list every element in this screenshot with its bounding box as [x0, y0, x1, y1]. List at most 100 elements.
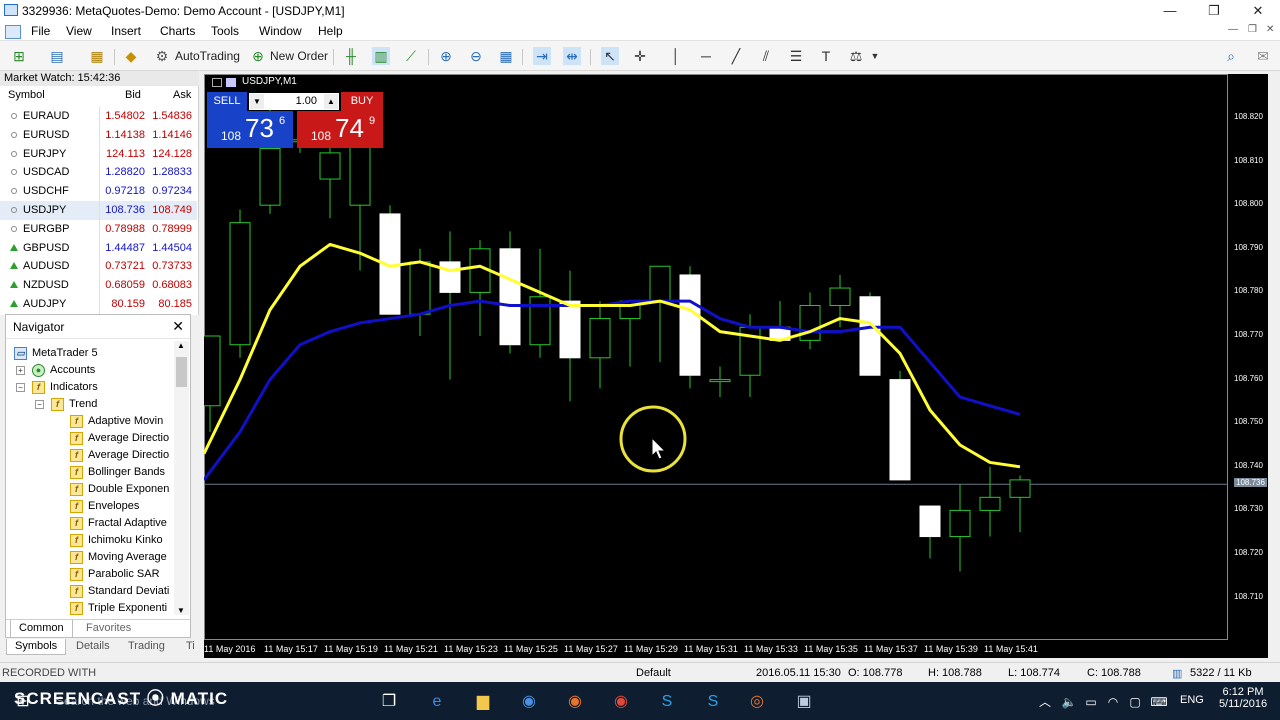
market-watch-row[interactable]: EURUSD 1.14138 1.14146 [0, 125, 197, 145]
zoom-in-icon[interactable]: ⊕ [437, 47, 455, 65]
scroll-down-icon[interactable]: ▼ [177, 606, 185, 615]
row-ask: 1.44504 [152, 241, 192, 254]
edge-icon[interactable]: e [426, 692, 448, 712]
tab-ticks[interactable]: Ti [178, 639, 203, 655]
buy-price[interactable]: 108 74 9 [297, 111, 383, 148]
market-watch-icon[interactable]: ▦ [88, 47, 106, 65]
chart-shift-icon[interactable]: ⇹ [563, 47, 581, 65]
menu-help[interactable]: Help [318, 24, 343, 38]
row-ask: 80.185 [158, 298, 192, 310]
metatrader-task-icon[interactable]: ▣ [793, 692, 815, 712]
line-chart-icon[interactable]: ⟋ [402, 47, 420, 65]
scroll-thumb[interactable] [176, 357, 187, 387]
metaeditor-icon[interactable]: ◆ [122, 47, 140, 65]
expand-accounts-icon[interactable]: + [16, 366, 25, 375]
battery-icon[interactable]: ▭ [1080, 692, 1102, 712]
close-button[interactable]: ✕ [1236, 0, 1280, 22]
cursor-icon[interactable]: ↖ [601, 47, 619, 65]
chrome-icon[interactable]: ◉ [610, 692, 632, 712]
task-view-icon[interactable]: ❐ [378, 692, 400, 712]
file-explorer-icon[interactable]: ▆ [472, 692, 494, 712]
profiles-icon[interactable]: ▤ [48, 47, 66, 65]
menu-charts[interactable]: Charts [160, 24, 195, 38]
bar-chart-icon[interactable]: ╫ [342, 47, 360, 65]
candlestick-chart-icon[interactable]: ▥ [372, 47, 390, 65]
market-watch-row[interactable]: GBPUSD 1.44487 1.44504 [0, 238, 197, 258]
crosshair-icon[interactable]: ✛ [631, 47, 649, 65]
collapse-indicators-icon[interactable]: − [16, 383, 25, 392]
clock[interactable]: 6:12 PM 5/11/2016 [1218, 686, 1268, 710]
zoom-out-icon[interactable]: ⊖ [467, 47, 485, 65]
channel-icon[interactable]: ⫽ [757, 47, 775, 65]
mdi-minimize-icon[interactable]: — [1228, 24, 1238, 35]
tab-favorites[interactable]: Favorites [78, 620, 139, 638]
market-watch-row[interactable]: EURAUD 1.54802 1.54836 [0, 107, 197, 126]
col-bid[interactable]: Bid [125, 89, 141, 101]
chart-window-icon[interactable] [5, 25, 21, 39]
market-watch-row[interactable]: USDCHF 0.97218 0.97234 [0, 182, 197, 202]
network-icon[interactable]: ◠ [1102, 692, 1124, 712]
scroll-up-icon[interactable]: ▲ [177, 341, 185, 350]
market-watch-row[interactable]: USDCAD 1.28820 1.28833 [0, 163, 197, 183]
volume-icon[interactable]: 🔈 [1058, 692, 1080, 712]
sell-button[interactable]: SELL [207, 92, 247, 111]
autoscroll-icon[interactable]: ⇥ [533, 47, 551, 65]
skype-icon[interactable]: S [656, 692, 678, 712]
mdi-restore-icon[interactable]: ❐ [1248, 24, 1257, 35]
new-order-button[interactable]: New Order [270, 46, 328, 66]
fibonacci-icon[interactable]: ☰ [787, 47, 805, 65]
autotrading-button[interactable]: AutoTrading [175, 46, 240, 66]
lot-decrease-icon[interactable]: ▼ [250, 94, 264, 109]
tile-windows-icon[interactable]: ▦ [497, 47, 515, 65]
collapse-trend-icon[interactable]: − [35, 400, 44, 409]
col-symbol[interactable]: Symbol [8, 89, 45, 101]
text-icon[interactable]: T [817, 47, 835, 65]
chart-menu-icon[interactable] [212, 78, 222, 87]
market-watch-row[interactable]: NZDUSD 0.68059 0.68083 [0, 276, 197, 296]
firefox-icon[interactable]: ◉ [564, 692, 586, 712]
restore-button[interactable]: ❐ [1192, 0, 1236, 22]
menu-tools[interactable]: Tools [211, 24, 239, 38]
vertical-line-icon[interactable]: │ [667, 47, 685, 65]
market-watch-row[interactable]: AUDJPY 80.159 80.185 [0, 295, 197, 314]
mdi-close-icon[interactable]: ✕ [1266, 24, 1274, 35]
market-watch-row[interactable]: EURJPY 124.113 124.128 [0, 144, 197, 164]
search-icon[interactable]: ⌕ [1222, 47, 1240, 65]
row-ask: 124.128 [152, 147, 192, 160]
market-watch-row[interactable]: EURGBP 0.78988 0.78999 [0, 219, 197, 239]
connection-icon[interactable]: ▥ [1172, 667, 1182, 680]
tab-common[interactable]: Common [10, 620, 73, 638]
keyboard-icon[interactable]: ⌨ [1148, 692, 1170, 712]
buy-button[interactable]: BUY [341, 92, 383, 111]
market-watch-row[interactable]: AUDUSD 0.73721 0.73733 [0, 257, 197, 277]
chart-plot[interactable] [204, 74, 1268, 658]
chart-window[interactable]: USDJPY,M1 SELL ▼ 1.00 ▲ BUY 108 73 6 108… [204, 74, 1268, 658]
menu-file[interactable]: File [31, 24, 50, 38]
lot-increase-icon[interactable]: ▲ [324, 94, 338, 109]
trendline-icon[interactable]: ╱ [727, 47, 745, 65]
language-indicator[interactable]: ENG [1180, 694, 1204, 706]
new-chart-icon[interactable]: ⊞ [10, 47, 28, 65]
menu-window[interactable]: Window [259, 24, 302, 38]
tab-trading[interactable]: Trading [120, 639, 173, 655]
lot-size-input[interactable]: ▼ 1.00 ▲ [249, 93, 339, 110]
navigator-scrollbar[interactable]: ▲ ▼ [174, 341, 189, 615]
horizontal-line-icon[interactable]: ─ [697, 47, 715, 65]
screencast-icon[interactable]: ◎ [746, 692, 768, 712]
store-icon[interactable]: ◉ [518, 692, 540, 712]
skype-business-icon[interactable]: S [702, 692, 724, 712]
minimize-button[interactable]: — [1148, 0, 1192, 22]
notifications-icon[interactable]: ▢ [1124, 692, 1146, 712]
menu-view[interactable]: View [66, 24, 92, 38]
chat-icon[interactable]: ✉ [1254, 47, 1272, 65]
tab-symbols[interactable]: Symbols [6, 639, 67, 655]
tray-chevron-icon[interactable]: ︿ [1034, 692, 1056, 712]
menu-insert[interactable]: Insert [111, 24, 141, 38]
navigator-close-icon[interactable]: ✕ [172, 318, 184, 335]
shapes-icon[interactable]: ⚖ [847, 47, 865, 65]
tab-details[interactable]: Details [68, 639, 118, 655]
sell-price[interactable]: 108 73 6 [207, 111, 293, 148]
market-watch-row[interactable]: USDJPY 108.736 108.749 [0, 201, 197, 220]
col-ask[interactable]: Ask [173, 89, 191, 101]
shapes-dropdown-icon[interactable]: ▼ [866, 47, 884, 65]
